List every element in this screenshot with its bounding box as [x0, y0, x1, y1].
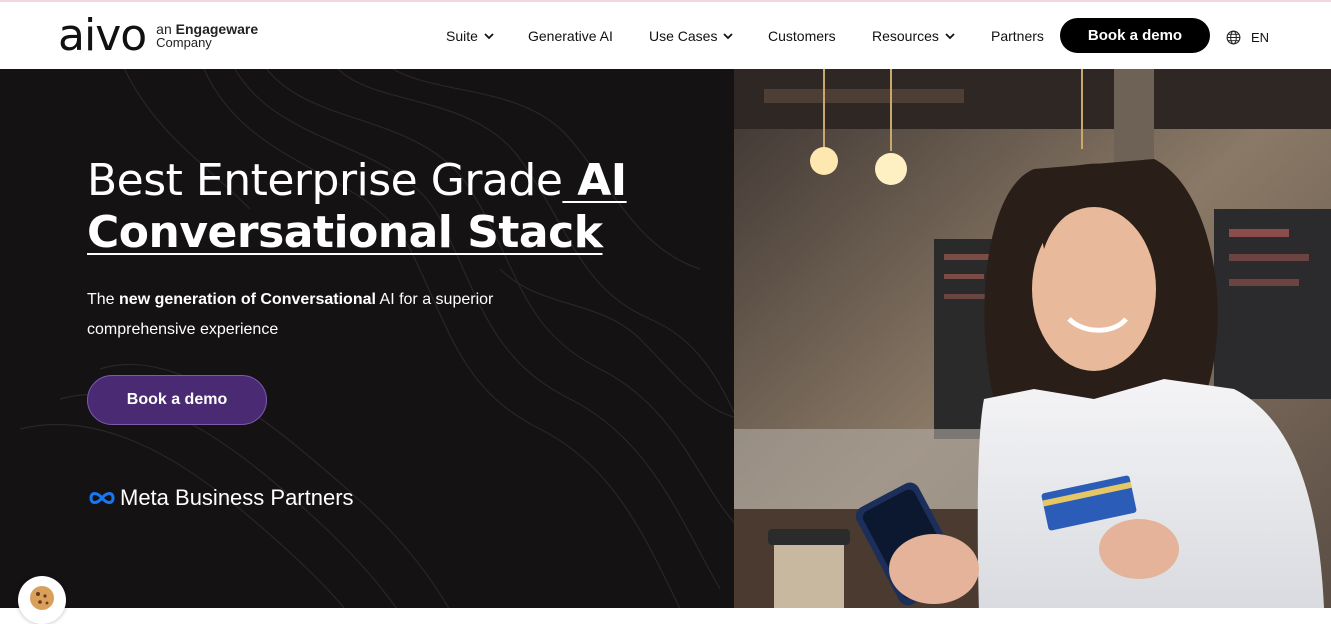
hero-photo-woman-paying: [734, 69, 1331, 608]
nav-label: Partners: [991, 28, 1044, 44]
chevron-down-icon: [723, 32, 734, 39]
nav-label: Suite: [446, 28, 478, 44]
language-selector[interactable]: EN: [1226, 30, 1269, 45]
brand-logo[interactable]: aivo an Engageware Company: [58, 10, 258, 61]
subtitle-bold: new generation of Conversational: [119, 291, 376, 308]
nav-label: Generative AI: [528, 28, 613, 44]
language-label: EN: [1251, 30, 1270, 45]
subtitle-pre: The: [87, 291, 120, 308]
chevron-down-icon: [484, 32, 494, 39]
chevron-down-icon: [945, 32, 955, 39]
hero-photo-illustration: [734, 69, 1331, 608]
meta-partner-label: Meta Business Partners: [120, 485, 354, 510]
globe-icon: [1226, 30, 1241, 45]
nav-label: Use Cases: [649, 28, 718, 44]
nav-item-customers[interactable]: Customers: [768, 28, 836, 44]
hero-title-regular: Best Enterprise Grade: [87, 155, 563, 206]
cookie-settings-button[interactable]: [18, 576, 66, 624]
hero-title: Best Enterprise Grade AI Conversational …: [87, 155, 707, 259]
nav-item-suite[interactable]: Suite: [446, 28, 494, 44]
book-demo-hero-button[interactable]: Book a demo: [87, 375, 267, 425]
logo-sub-line2: Company: [156, 35, 212, 50]
logo-subtitle: an Engageware Company: [156, 22, 258, 50]
logo-wordmark: aivo: [58, 10, 147, 61]
book-demo-header-button[interactable]: Book a demo: [1060, 18, 1210, 53]
nav-item-resources[interactable]: Resources: [872, 28, 955, 44]
nav-label: Customers: [768, 28, 836, 44]
hero-section: Best Enterprise Grade AI Conversational …: [0, 69, 734, 608]
nav-item-use-cases[interactable]: Use Cases: [649, 28, 734, 44]
hero-subtitle: The new generation of Conversational AI …: [87, 285, 527, 345]
nav-label: Resources: [872, 28, 939, 44]
nav-item-generative-ai[interactable]: Generative AI: [528, 28, 613, 44]
nav-item-partners[interactable]: Partners: [991, 28, 1044, 44]
meta-business-partners-badge: Meta Business Partners: [88, 485, 354, 511]
meta-infinity-icon: [89, 492, 115, 504]
